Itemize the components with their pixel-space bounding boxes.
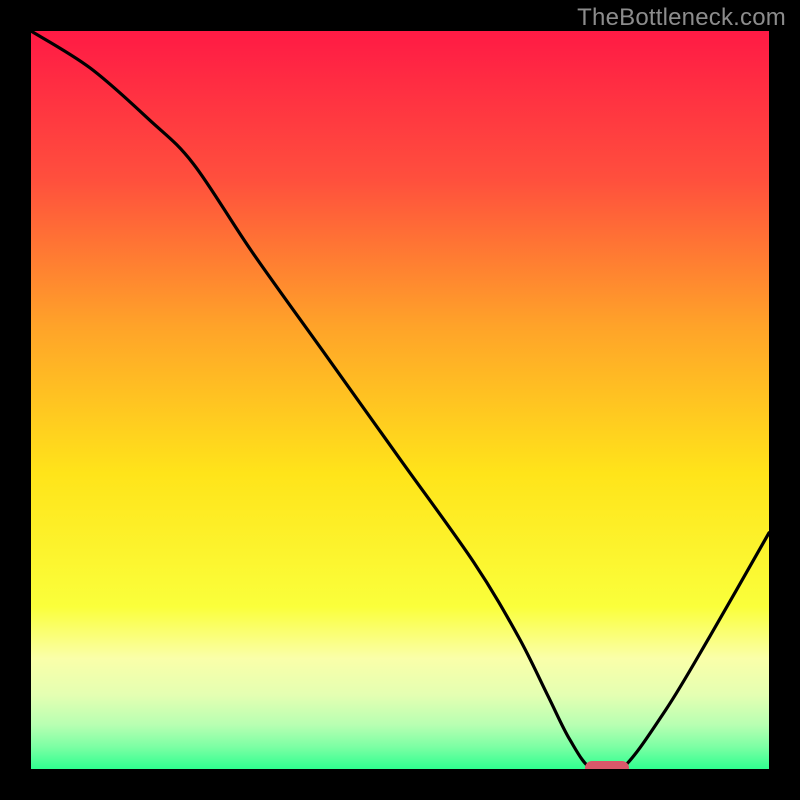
optimal-marker bbox=[585, 761, 629, 769]
watermark-text: TheBottleneck.com bbox=[577, 4, 786, 32]
plot-area bbox=[31, 31, 769, 769]
chart-frame: TheBottleneck.com bbox=[0, 0, 800, 800]
bottleneck-curve bbox=[31, 31, 769, 769]
